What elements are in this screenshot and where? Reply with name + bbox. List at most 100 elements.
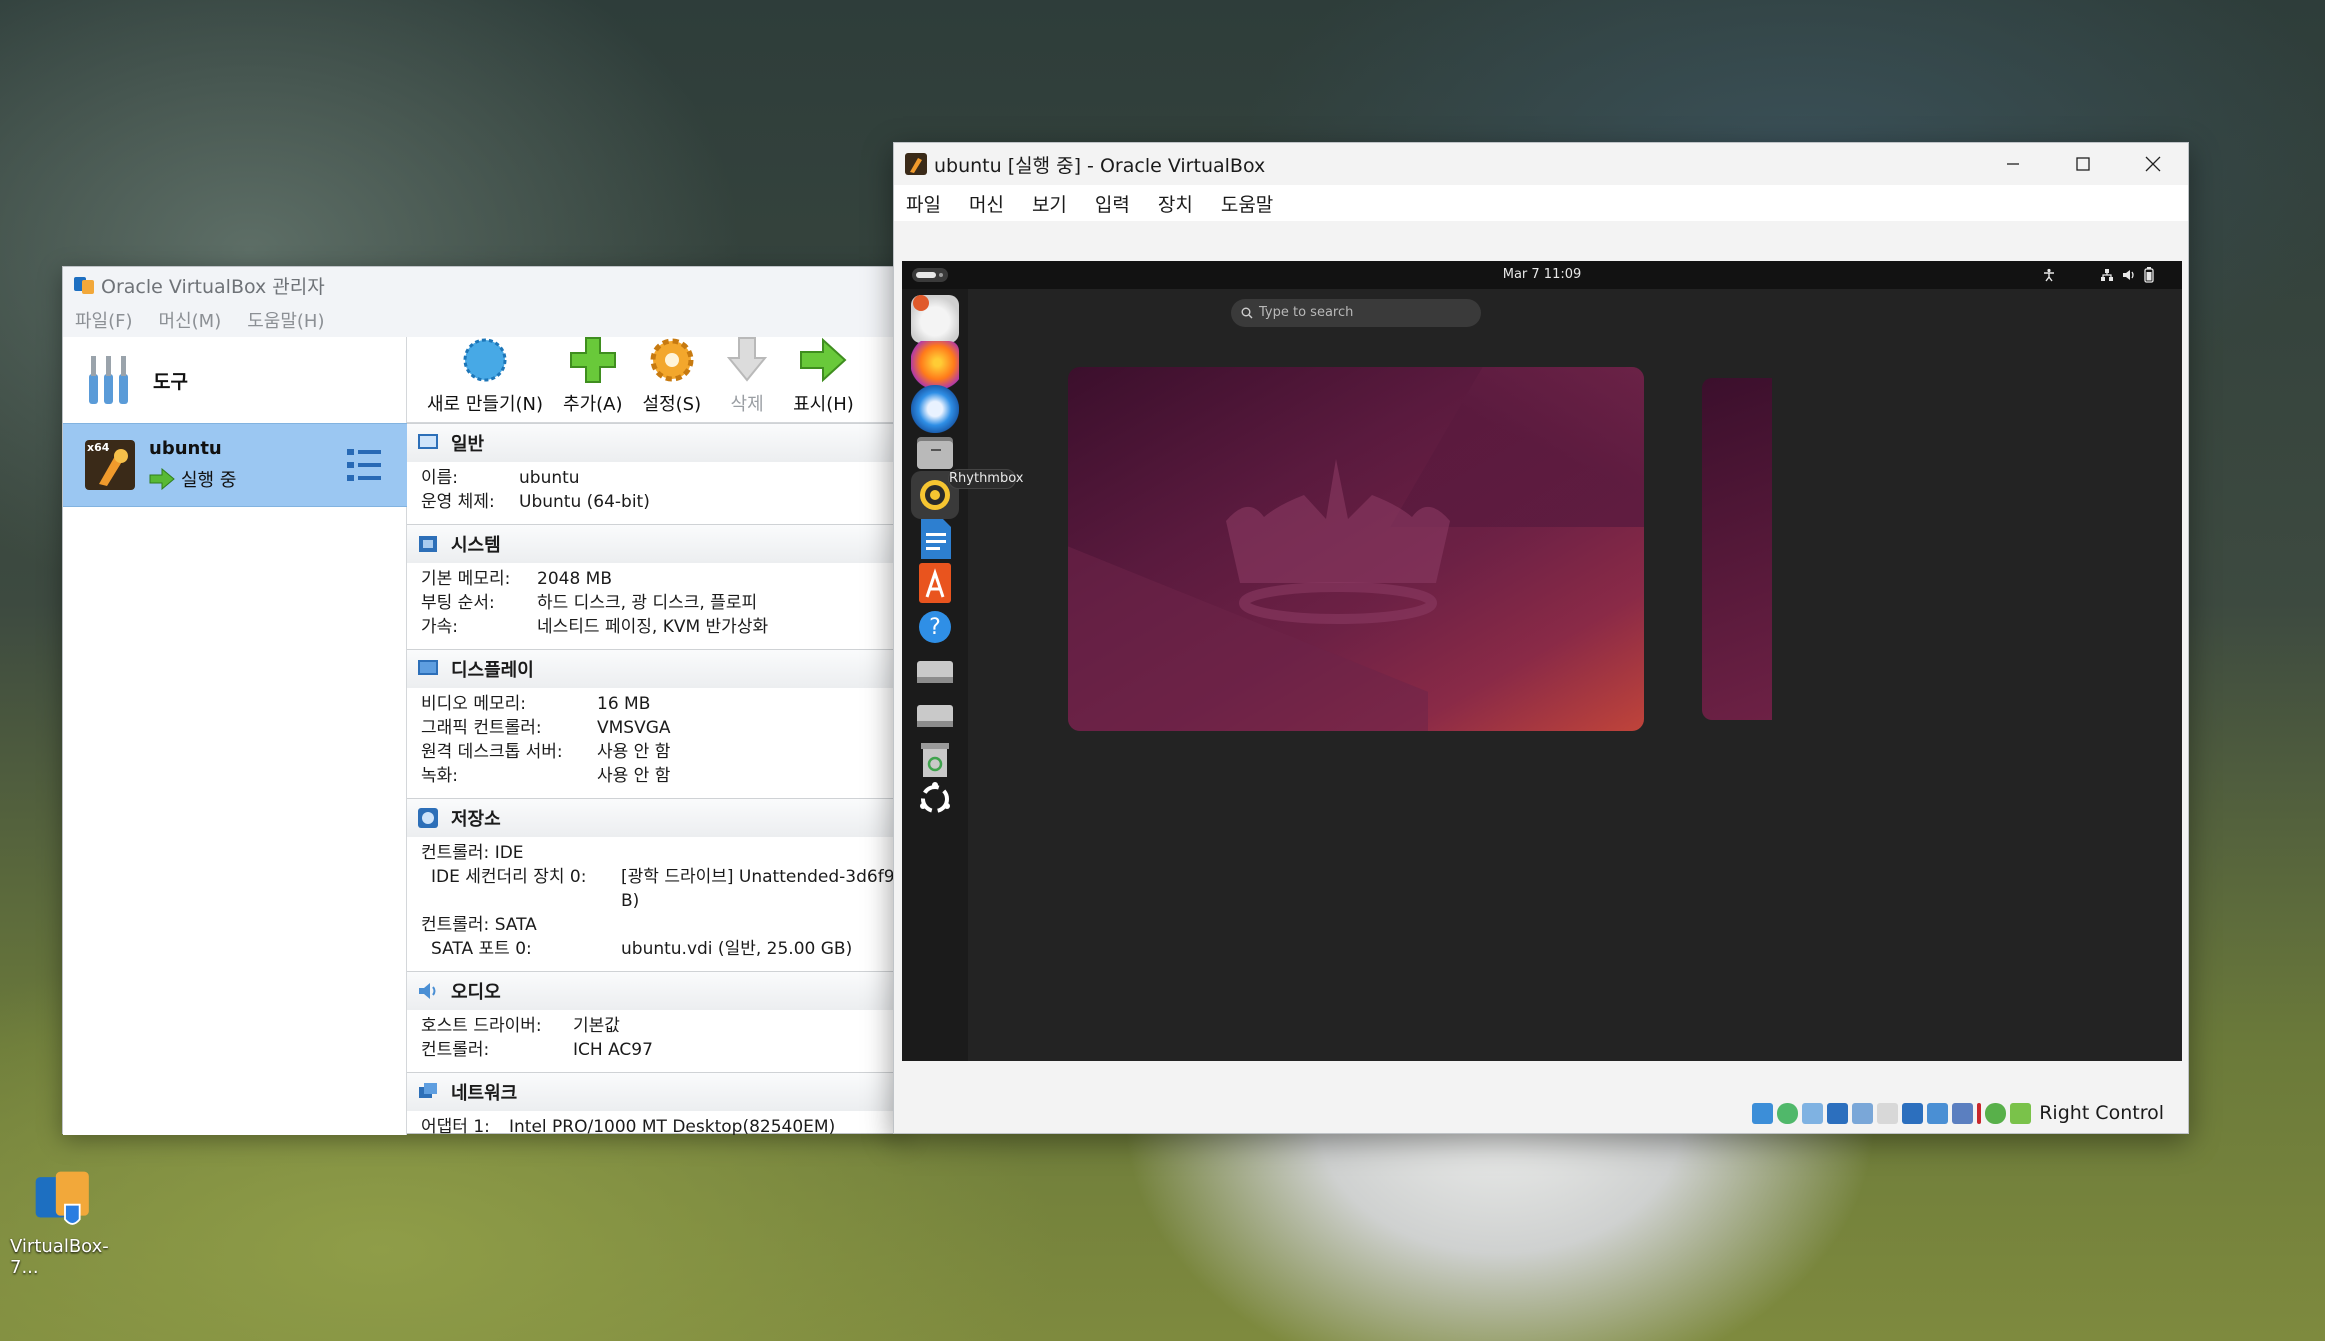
usb-icon[interactable] [1852, 1102, 1874, 1124]
firefox-icon[interactable] [911, 341, 959, 389]
speaker-icon [419, 983, 436, 999]
section-header-network[interactable]: 네트워크 [407, 1073, 907, 1111]
drive-icon[interactable] [911, 691, 959, 739]
general-title: 일반 [451, 434, 485, 455]
show-arrow-icon [800, 337, 847, 383]
vm-acceleration-icon[interactable] [1952, 1102, 1974, 1124]
detail-label: 이름: [421, 468, 459, 488]
show-button[interactable]: 표시(H) [785, 337, 862, 422]
show-label: 표시(H) [793, 394, 854, 415]
detail-value: 사용 안 함 [597, 742, 671, 762]
desktop-shortcut-virtualbox[interactable]: VirtualBox-7... [10, 1168, 120, 1278]
next-workspace-thumbnail[interactable] [1702, 378, 1772, 720]
detail-value: ubuntu [519, 468, 580, 488]
vm-menu-help[interactable]: 도움말 [1221, 190, 1273, 217]
vm-window-title: ubuntu [실행 중] - Oracle VirtualBox [934, 154, 1266, 177]
storage-controller-sata: 컨트롤러: SATA [421, 915, 537, 935]
display-title: 디스플레이 [451, 660, 534, 681]
wallpaper-crown-icon [1226, 459, 1450, 624]
audio-title: 오디오 [451, 982, 501, 1003]
new-star-icon [463, 338, 507, 382]
vm-titlebar[interactable]: ubuntu [실행 중] - Oracle VirtualBox [894, 143, 2188, 185]
section-storage: 저장소 컨트롤러: IDE IDE 세컨더리 장치 0: [광학 드라이브] Un… [407, 798, 907, 971]
running-arrow-icon [149, 468, 175, 490]
tools-icon [89, 356, 128, 404]
network-wired-icon[interactable] [2100, 268, 2114, 282]
ubuntu-dock: ? [902, 289, 968, 1061]
thunderbird-icon[interactable] [911, 385, 959, 433]
activities-search[interactable]: Type to search [1231, 299, 1481, 327]
maximize-button[interactable] [2048, 143, 2118, 185]
detail-label: 호스트 드라이버: [421, 1016, 542, 1036]
detail-value: 2048 MB [537, 569, 612, 589]
vm-menu-file[interactable]: 파일 [906, 190, 941, 217]
menu-help[interactable]: 도움말(H) [247, 307, 324, 333]
optical-drive-icon[interactable] [1777, 1102, 1799, 1124]
virtualbox-installer-icon [35, 1171, 89, 1225]
help-center-icon[interactable] [911, 295, 959, 343]
detail-value: VMSVGA [597, 718, 671, 738]
vm-menubar: 파일 머신 보기 입력 장치 도움말 [894, 185, 2188, 221]
app-center-icon[interactable] [911, 559, 959, 607]
detail-label: 기본 메모리: [421, 569, 511, 589]
keyboard-capture-icon[interactable] [2010, 1102, 2032, 1124]
detail-label: SATA 포트 0: [431, 939, 532, 959]
network-status-icon[interactable] [1827, 1102, 1849, 1124]
monitor-icon [418, 434, 438, 449]
detail-label: IDE 세컨더리 장치 0: [431, 867, 587, 887]
network-icon [419, 1083, 437, 1098]
detail-label: 운영 체제: [421, 492, 495, 512]
mouse-integration-icon[interactable] [1985, 1102, 2007, 1124]
menu-file[interactable]: 파일(F) [75, 307, 133, 333]
section-network: 네트워크 어댑터 1: Intel PRO/1000 MT Desktop(825… [407, 1072, 907, 1135]
workspace-thumbnail[interactable] [1068, 367, 1644, 731]
section-header-storage[interactable]: 저장소 [407, 799, 907, 837]
machine-menu-icon[interactable] [346, 446, 382, 484]
detail-label: 비디오 메모리: [421, 694, 526, 714]
menu-machine[interactable]: 머신(M) [159, 307, 222, 333]
tools-item[interactable]: 도구 [63, 337, 407, 423]
add-button[interactable]: 추가(A) [555, 337, 630, 422]
audio-icon[interactable] [1802, 1102, 1824, 1124]
search-icon [1241, 307, 1253, 319]
section-header-general[interactable]: 일반 [407, 424, 907, 462]
hard-disk-icon[interactable] [1752, 1102, 1774, 1124]
recording-icon[interactable] [1927, 1102, 1949, 1124]
new-button[interactable]: 새로 만들기(N) [419, 337, 551, 422]
section-header-display[interactable]: 디스플레이 [407, 650, 907, 688]
volume-icon[interactable] [2122, 268, 2136, 282]
section-general: 일반 이름: ubuntu 운영 체제: Ubuntu (64-bit) [407, 423, 907, 524]
add-label: 추가(A) [563, 394, 623, 415]
help-icon[interactable]: ? [911, 603, 959, 651]
shared-folders-icon[interactable] [1877, 1102, 1899, 1124]
delete-button[interactable]: 삭제 [713, 337, 781, 422]
detail-value: 사용 안 함 [597, 766, 671, 786]
settings-label: 설정(S) [642, 394, 702, 415]
gear-icon [650, 338, 694, 382]
section-header-system[interactable]: 시스템 [407, 525, 907, 563]
settings-button[interactable]: 설정(S) [635, 337, 710, 422]
clock[interactable]: Mar 7 11:09 [902, 267, 2182, 282]
libreoffice-writer-icon[interactable] [911, 515, 959, 563]
section-header-audio[interactable]: 오디오 [407, 972, 907, 1010]
vm-menu-input[interactable]: 입력 [1095, 190, 1130, 217]
minimize-icon [2007, 163, 2019, 165]
details-list: 일반 이름: ubuntu 운영 체제: Ubuntu (64-bit) 시스템 기… [407, 423, 907, 1135]
guest-screen[interactable]: Mar 7 11:09 ? Rhythmbox Type to search [902, 261, 2182, 1061]
accessibility-icon[interactable] [2042, 268, 2056, 282]
close-button[interactable] [2118, 143, 2188, 185]
storage-title: 저장소 [451, 809, 501, 830]
vm-list-item-ubuntu[interactable]: x64 ubuntu 실행 중 [63, 423, 407, 507]
drive-icon[interactable] [911, 647, 959, 695]
vm-menu-devices[interactable]: 장치 [1158, 190, 1193, 217]
show-apps-icon[interactable] [911, 775, 959, 823]
section-display: 디스플레이 비디오 메모리: 16 MB 그래픽 컨트롤러: VMSVGA 원격 데… [407, 649, 907, 798]
vm-menu-machine[interactable]: 머신 [969, 190, 1004, 217]
manager-titlebar[interactable]: Oracle VirtualBox 관리자 [63, 267, 905, 303]
storage-disk-icon [418, 808, 438, 828]
display-status-icon[interactable] [1902, 1102, 1924, 1124]
minimize-button[interactable] [1978, 143, 2048, 185]
battery-icon[interactable] [2144, 267, 2154, 283]
detail-value: 기본값 [573, 1016, 620, 1036]
vm-menu-view[interactable]: 보기 [1032, 190, 1067, 217]
